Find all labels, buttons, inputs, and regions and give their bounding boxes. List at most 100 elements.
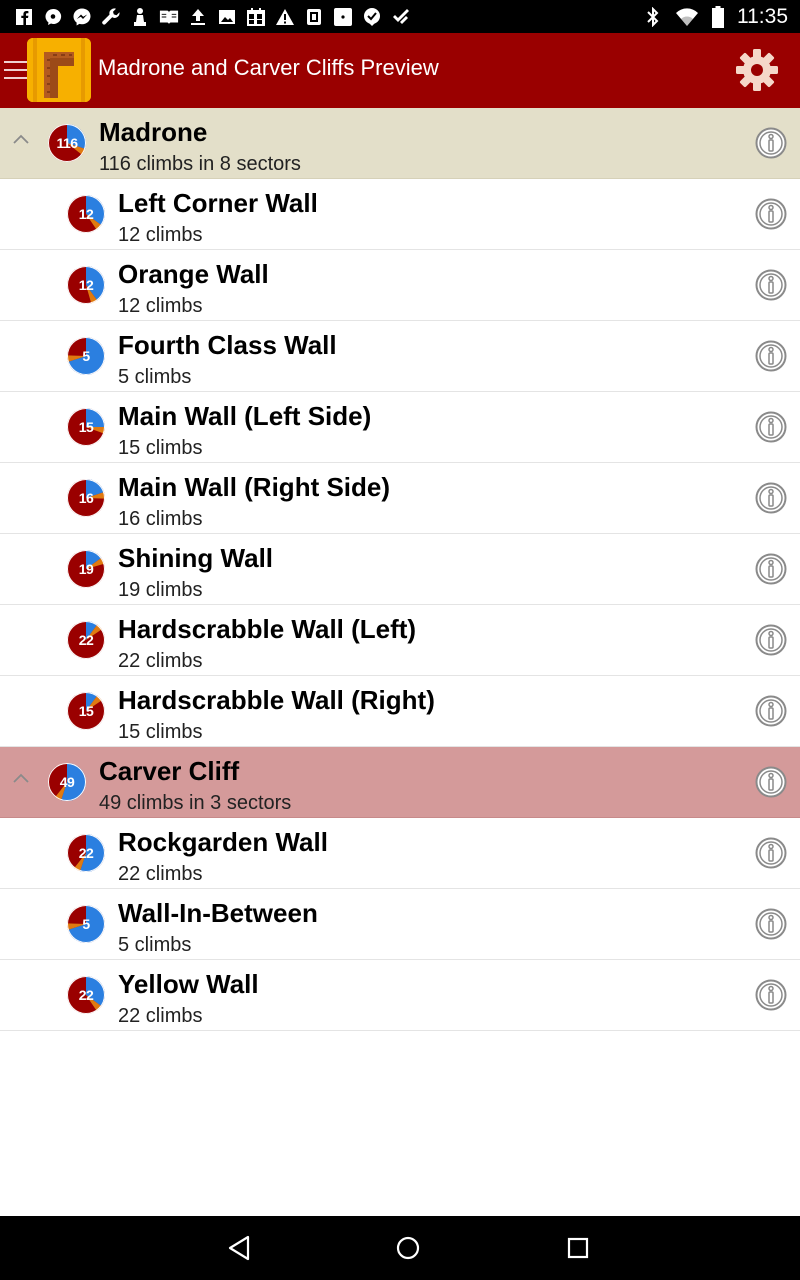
info-button[interactable] bbox=[755, 908, 787, 940]
info-icon bbox=[755, 482, 787, 514]
sector-name: Hardscrabble Wall (Right) bbox=[118, 685, 435, 715]
sector-row[interactable]: 22 Rockgarden Wall 22 climbs bbox=[0, 818, 800, 889]
sector-name: Main Wall (Left Side) bbox=[118, 401, 372, 431]
location-check-icon bbox=[362, 7, 382, 27]
sector-count: 22 bbox=[78, 632, 94, 648]
sector-name: Orange Wall bbox=[118, 259, 269, 289]
sector-subtitle: 15 climbs bbox=[118, 721, 203, 743]
dot-box-icon bbox=[333, 7, 353, 27]
sector-row[interactable]: 12 Orange Wall 12 climbs bbox=[0, 250, 800, 321]
sector-count: 22 bbox=[78, 987, 94, 1003]
info-button[interactable] bbox=[755, 340, 787, 372]
image-icon bbox=[217, 7, 237, 27]
sector-subtitle: 15 climbs bbox=[118, 437, 203, 459]
area-name: Madrone bbox=[99, 117, 208, 147]
settings-button[interactable] bbox=[734, 47, 780, 93]
sector-row[interactable]: 15 Main Wall (Left Side) 15 climbs bbox=[0, 392, 800, 463]
sector-subtitle: 22 climbs bbox=[118, 1005, 203, 1027]
area-subtitle: 49 climbs in 3 sectors bbox=[99, 792, 292, 814]
sector-row[interactable]: 19 Shining Wall 19 climbs bbox=[0, 534, 800, 605]
feedly-icon bbox=[391, 7, 411, 27]
sector-count-pie: 12 bbox=[67, 266, 105, 304]
sector-row[interactable]: 15 Hardscrabble Wall (Right) 15 climbs bbox=[0, 676, 800, 747]
sector-name: Yellow Wall bbox=[118, 969, 259, 999]
app-logo[interactable] bbox=[27, 38, 91, 102]
sector-count-pie: 5 bbox=[67, 337, 105, 375]
sector-count-pie: 19 bbox=[67, 550, 105, 588]
app-title: Madrone and Carver Cliffs Preview bbox=[98, 55, 439, 80]
area-count: 49 bbox=[59, 774, 75, 790]
sector-count: 12 bbox=[78, 277, 94, 293]
sector-count-pie: 12 bbox=[67, 195, 105, 233]
sector-count: 5 bbox=[82, 916, 90, 932]
info-button[interactable] bbox=[755, 979, 787, 1011]
navigation-bar bbox=[0, 1216, 800, 1280]
sector-row[interactable]: 12 Left Corner Wall 12 climbs bbox=[0, 179, 800, 250]
sector-row[interactable]: 16 Main Wall (Right Side) 16 climbs bbox=[0, 463, 800, 534]
sector-subtitle: 5 climbs bbox=[118, 366, 192, 388]
info-button[interactable] bbox=[755, 837, 787, 869]
recents-icon bbox=[567, 1237, 589, 1259]
sector-row[interactable]: 22 Yellow Wall 22 climbs bbox=[0, 960, 800, 1031]
info-button[interactable] bbox=[755, 127, 787, 159]
info-button[interactable] bbox=[755, 482, 787, 514]
sector-row[interactable]: 5 Fourth Class Wall 5 climbs bbox=[0, 321, 800, 392]
collapse-button[interactable] bbox=[11, 130, 31, 150]
info-icon bbox=[755, 198, 787, 230]
info-icon bbox=[755, 695, 787, 727]
home-button[interactable] bbox=[394, 1234, 422, 1262]
app-bar: Madrone and Carver Cliffs Preview bbox=[0, 33, 800, 108]
notification-icons bbox=[14, 7, 411, 27]
sector-subtitle: 12 climbs bbox=[118, 295, 203, 317]
area-subtitle: 116 climbs in 8 sectors bbox=[99, 153, 301, 175]
sector-count: 15 bbox=[78, 419, 94, 435]
info-icon bbox=[755, 979, 787, 1011]
battery-icon bbox=[711, 5, 725, 28]
upload-icon bbox=[188, 7, 208, 27]
info-button[interactable] bbox=[755, 411, 787, 443]
sector-row[interactable]: 5 Wall-In-Between 5 climbs bbox=[0, 889, 800, 960]
collapse-button[interactable] bbox=[11, 769, 31, 789]
area-list[interactable]: 116 Madrone 116 climbs in 8 sectors 12 L… bbox=[0, 108, 800, 1031]
area-name: Carver Cliff bbox=[99, 756, 240, 786]
sector-name: Fourth Class Wall bbox=[118, 330, 337, 360]
back-button[interactable] bbox=[225, 1234, 253, 1262]
sector-row[interactable]: 22 Hardscrabble Wall (Left) 22 climbs bbox=[0, 605, 800, 676]
chess-pawn-icon bbox=[130, 7, 150, 27]
info-button[interactable] bbox=[755, 269, 787, 301]
book-icon bbox=[159, 7, 179, 27]
warning-icon bbox=[275, 7, 295, 27]
sector-subtitle: 22 climbs bbox=[118, 863, 203, 885]
area-count-pie: 116 bbox=[48, 124, 86, 162]
info-button[interactable] bbox=[755, 766, 787, 798]
info-button[interactable] bbox=[755, 695, 787, 727]
info-icon bbox=[755, 269, 787, 301]
sector-count: 15 bbox=[78, 703, 94, 719]
sector-count-pie: 5 bbox=[67, 905, 105, 943]
area-row[interactable]: 116 Madrone 116 climbs in 8 sectors bbox=[0, 108, 800, 179]
sector-subtitle: 5 climbs bbox=[118, 934, 192, 956]
chevron-up-icon bbox=[13, 773, 29, 783]
area-row[interactable]: 49 Carver Cliff 49 climbs in 3 sectors bbox=[0, 747, 800, 818]
news-icon bbox=[304, 7, 324, 27]
info-button[interactable] bbox=[755, 198, 787, 230]
menu-icon[interactable] bbox=[4, 61, 28, 79]
wrench-icon bbox=[101, 7, 121, 27]
back-icon bbox=[228, 1235, 250, 1261]
sector-count-pie: 22 bbox=[67, 976, 105, 1014]
sector-subtitle: 19 climbs bbox=[118, 579, 203, 601]
messenger-icon bbox=[72, 7, 92, 27]
recents-button[interactable] bbox=[564, 1234, 592, 1262]
gear-icon bbox=[736, 49, 778, 91]
info-button[interactable] bbox=[755, 624, 787, 656]
status-time: 11:35 bbox=[737, 4, 788, 28]
chevron-up-icon bbox=[13, 134, 29, 144]
home-icon bbox=[396, 1236, 420, 1260]
status-bar: 11:35 bbox=[0, 0, 800, 33]
sector-count: 22 bbox=[78, 845, 94, 861]
info-button[interactable] bbox=[755, 553, 787, 585]
bluetooth-icon bbox=[643, 6, 663, 27]
sector-count-pie: 22 bbox=[67, 621, 105, 659]
sector-subtitle: 12 climbs bbox=[118, 224, 203, 246]
sector-name: Left Corner Wall bbox=[118, 188, 318, 218]
